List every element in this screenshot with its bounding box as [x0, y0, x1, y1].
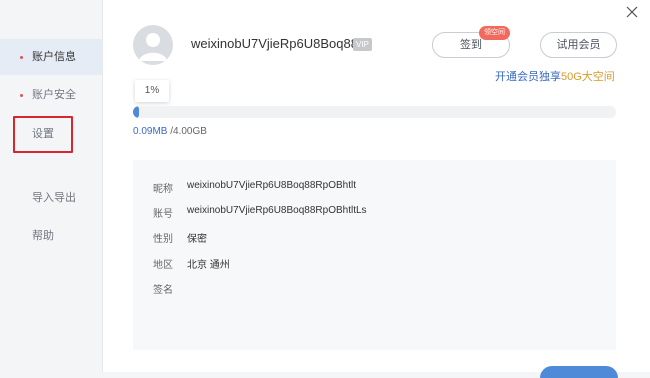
promo-text: 开通会员独享 — [495, 71, 561, 83]
sidebar-item-label: 账户信息 — [32, 51, 76, 63]
claim-space-badge: 领空间 — [479, 26, 510, 40]
storage-progress-bar — [133, 106, 616, 118]
info-value: 北京 通州 — [187, 260, 230, 271]
info-key: 地区 — [153, 260, 173, 271]
sidebar-item-label: 帮助 — [32, 230, 54, 242]
storage-total: /4.00GB — [167, 126, 207, 137]
user-icon — [139, 33, 167, 61]
sidebar: 账户信息 账户安全 设置 导入导出 帮助 — [0, 0, 103, 372]
info-value: weixinobU7VjieRp6U8Boq88RpOBhtlt — [187, 180, 356, 191]
active-dot — [20, 56, 23, 59]
sidebar-item-label: 导入导出 — [32, 192, 76, 204]
info-value: 保密 — [187, 234, 207, 245]
vip-promo-link[interactable]: 开通会员独享50G大空间 — [495, 68, 615, 84]
info-value: weixinobU7VjieRp6U8Boq88RpOBhtltLs — [187, 205, 367, 216]
close-icon[interactable] — [624, 4, 640, 20]
info-key: 性别 — [153, 234, 173, 245]
storage-progress-fill — [133, 106, 139, 118]
storage-usage: 0.09MB /4.00GB — [133, 126, 207, 137]
sidebar-item-help[interactable]: 帮助 — [0, 218, 102, 254]
avatar[interactable] — [133, 25, 173, 65]
sidebar-item-account-info[interactable]: 账户信息 — [0, 39, 102, 75]
storage-used: 0.09MB — [133, 126, 168, 137]
info-key: 签名 — [153, 285, 173, 296]
sidebar-item-account-security[interactable]: 账户安全 — [0, 77, 102, 113]
info-key: 昵称 — [153, 184, 173, 195]
trial-member-button[interactable]: 试用会员 — [540, 32, 617, 58]
indicator-dot — [20, 94, 23, 97]
edit-profile-button[interactable] — [540, 366, 618, 378]
sidebar-item-import-export[interactable]: 导入导出 — [0, 180, 102, 216]
highlight-annotation — [13, 116, 73, 153]
account-info-panel: 昵称 weixinobU7VjieRp6U8Boq88RpOBhtlt 账号 w… — [133, 160, 616, 350]
vip-badge: VIP — [353, 38, 372, 51]
promo-highlight: 50G大空间 — [561, 71, 615, 83]
main-panel: weixinobU7VjieRp6U8Boq88.. VIP 签到 领空间 试用… — [103, 0, 650, 378]
info-key: 账号 — [153, 209, 173, 220]
usage-percent-tooltip: 1% — [135, 80, 169, 102]
sidebar-item-label: 账户安全 — [32, 89, 76, 101]
username: weixinobU7VjieRp6U8Boq88.. — [191, 36, 366, 51]
